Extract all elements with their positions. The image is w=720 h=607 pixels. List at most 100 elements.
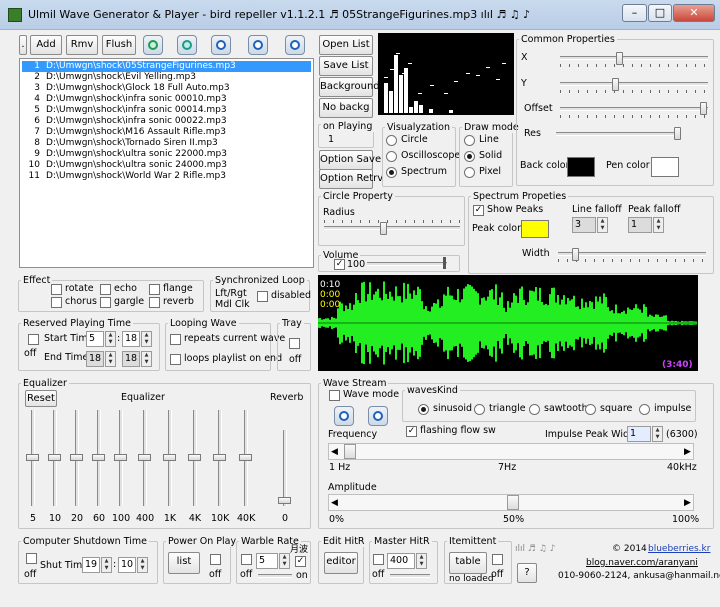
spectrum-radio[interactable] [386,167,397,178]
flush-button[interactable]: Flush [102,35,136,55]
reverb-checkbox[interactable] [149,297,160,308]
end-minute-input[interactable]: 18 [122,351,140,367]
open-list-button[interactable]: Open List [319,35,373,55]
end-hour-spinner[interactable]: ▲ ▼ [105,351,116,367]
res-slider[interactable] [556,132,680,136]
save-list-button[interactable]: Save List [319,56,373,76]
shutdown-checkbox[interactable] [26,553,37,564]
play-icon[interactable] [211,35,231,55]
previous-icon[interactable] [143,35,163,55]
playlist[interactable]: 1 D:\Umwgn\shock\05StrangeFigurines.mp3 2 D… [19,58,314,268]
chorus-checkbox[interactable] [51,297,62,308]
master-hitr-input[interactable]: 400 [387,553,415,569]
shut-minute-input[interactable]: 10 [118,557,136,573]
radius-slider-thumb[interactable] [380,222,387,235]
impulse-peak-spinner[interactable]: ▲ ▼ [652,426,663,442]
offset-slider[interactable] [560,107,708,111]
eq-slider-thumb-0[interactable] [26,454,39,461]
option-retrieve-button[interactable]: Option Retrv [319,169,383,189]
master-hitr-checkbox[interactable] [373,554,384,565]
eq-slider-thumb-5[interactable] [138,454,151,461]
circle-radio[interactable] [386,135,397,146]
peak-color-swatch[interactable] [521,220,549,238]
sawtooth-radio[interactable] [529,404,540,415]
impulse-peak-input[interactable]: 1 [627,426,651,442]
flashing-flow-checkbox[interactable]: ✓ [406,426,417,437]
playlist-item[interactable]: 5 D:\Umwgn\shock\infra sonic 00014.mp3 [22,105,311,116]
background-button[interactable]: Background [319,77,380,97]
line-radio[interactable] [464,135,475,146]
frequency-thumb[interactable] [344,444,356,459]
stop-icon[interactable] [285,35,305,55]
eq-slider-thumb-4[interactable] [114,454,127,461]
no-background-button[interactable]: No backg [319,98,373,118]
blog-link[interactable]: blog.naver.com/aranyani [586,557,698,569]
playlist-item[interactable]: 1 D:\Umwgn\shock\05StrangeFigurines.mp3 [22,61,311,72]
close-button[interactable]: ✕ [673,4,715,22]
width-slider-thumb[interactable] [572,248,579,261]
eq-slider-thumb-9[interactable] [239,454,252,461]
pause-icon[interactable] [248,35,268,55]
y-slider[interactable] [560,82,708,86]
flange-checkbox[interactable] [149,284,160,295]
x-slider-thumb[interactable] [616,52,623,65]
itemittent-checkbox[interactable] [492,554,503,565]
playlist-item[interactable]: 9 D:\Umwgn\shock\ultra sonic 22000.mp3 [22,149,311,160]
warble-slider[interactable] [258,574,292,578]
rotate-checkbox[interactable] [51,284,62,295]
sync-disabled-checkbox[interactable] [257,291,268,302]
tray-checkbox[interactable] [289,338,300,349]
triangle-radio[interactable] [474,404,485,415]
radius-slider[interactable] [324,226,460,230]
gargle-checkbox[interactable] [100,297,111,308]
rewind-icon[interactable] [177,35,197,55]
repeats-current-checkbox[interactable] [170,334,181,345]
eq-slider-thumb-10[interactable] [278,497,291,504]
start-hour-spinner[interactable]: ▲ ▼ [105,331,116,347]
add-button[interactable]: Add [30,35,62,55]
warble-input[interactable]: 5 [256,553,278,569]
itemittent-table-button[interactable]: table [449,552,487,574]
eq-slider-thumb-3[interactable] [92,454,105,461]
start-hour-input[interactable]: 5 [86,331,104,347]
square-radio[interactable] [585,404,596,415]
warble-checkbox[interactable] [241,554,252,565]
playlist-item[interactable]: 7 D:\Umwgn\shock\M16 Assault Rifle.mp3 [22,127,311,138]
volume-slider[interactable] [367,262,447,266]
warble-on-checkbox[interactable]: ✓ [295,556,306,567]
eq-slider-10[interactable] [283,430,287,506]
shut-minute-spinner[interactable]: ▲ ▼ [137,557,148,573]
shut-hour-input[interactable]: 19 [82,557,100,573]
remove-button[interactable]: Rmv [66,35,98,55]
eq-slider-thumb-6[interactable] [163,454,176,461]
loops-playlist-checkbox[interactable] [170,354,181,365]
show-peaks-checkbox[interactable]: ✓ [473,205,484,216]
warble-spinner[interactable]: ▲ ▼ [279,553,290,569]
amplitude-thumb[interactable] [507,495,519,510]
playlist-item[interactable]: 4 D:\Umwgn\shock\infra sonic 00010.mp3 [22,94,311,105]
echo-checkbox[interactable] [100,284,111,295]
volume-checkbox[interactable]: ✓ [334,259,345,270]
res-slider-thumb[interactable] [674,127,681,140]
master-hitr-slider[interactable] [390,574,430,578]
minimize-button[interactable]: – [622,4,647,22]
frequency-left-arrow[interactable]: ◀ [331,446,338,458]
x-slider[interactable] [560,56,708,60]
playlist-item[interactable]: 6 D:\Umwgn\shock\infra sonic 00022.mp3 [22,116,311,127]
eq-slider-thumb-1[interactable] [48,454,61,461]
amplitude-left-arrow[interactable]: ◀ [331,497,338,509]
playlist-item[interactable]: 10 D:\Umwgn\shock\ultra sonic 24000.mp3 [22,160,311,171]
master-hitr-spinner[interactable]: ▲ ▼ [416,553,427,569]
back-color-swatch[interactable] [567,157,595,177]
wave-play-icon[interactable] [334,406,354,426]
waveform-display[interactable] [318,275,698,371]
frequency-scrollbar[interactable] [328,443,694,460]
solid-radio[interactable] [464,151,475,162]
end-hour-input[interactable]: 18 [86,351,104,367]
shut-hour-spinner[interactable]: ▲ ▼ [101,557,112,573]
start-minute-spinner[interactable]: ▲ ▼ [141,331,152,347]
impulse-radio[interactable] [639,404,650,415]
offset-slider-thumb[interactable] [700,102,707,115]
dot-button[interactable]: . [19,35,27,55]
wave-mode-checkbox[interactable] [329,390,340,401]
